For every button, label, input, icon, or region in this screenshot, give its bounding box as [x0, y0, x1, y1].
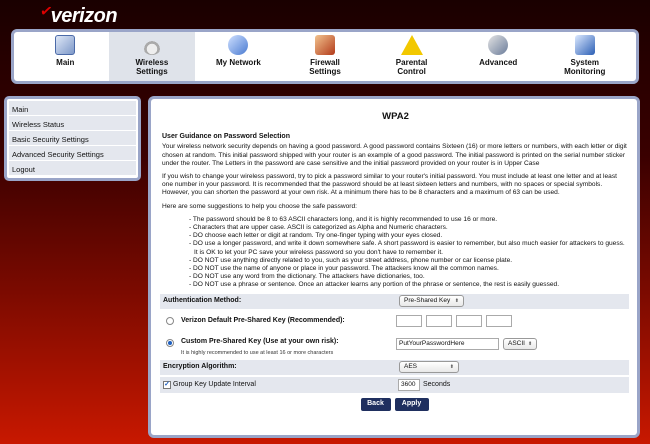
apply-button[interactable]: Apply: [394, 397, 429, 411]
encryption-label: Encryption Algorithm:: [163, 363, 237, 371]
default-key-field[interactable]: [486, 315, 512, 328]
group-key-row: ✓ Group Key Update Interval 3600 Seconds: [160, 376, 629, 395]
auth-method-row: Authentication Method: Pre-Shared Key ⬍: [160, 293, 629, 311]
custom-key-input[interactable]: PutYourPasswordHere: [396, 337, 499, 350]
sidebar-item-main[interactable]: Main: [9, 101, 136, 116]
advanced-icon: [488, 35, 509, 55]
guidance-paragraph: If you wish to change your wireless pass…: [162, 173, 617, 197]
key-format-select[interactable]: ASCII ⬍: [503, 337, 537, 350]
guidance-title: User Guidance on Password Selection: [162, 133, 290, 141]
nav-label: System Monitoring: [564, 58, 606, 76]
tip-item: - DO NOT use any word from the dictionar…: [189, 273, 425, 281]
nav-system-monitoring[interactable]: System Monitoring: [541, 32, 628, 81]
auth-method-select[interactable]: Pre-Shared Key ⬍: [399, 295, 464, 308]
nav-label: Firewall Settings: [309, 58, 341, 76]
auth-method-label: Authentication Method:: [163, 297, 242, 305]
sidebar-item-advanced-security[interactable]: Advanced Security Settings: [9, 146, 136, 161]
custom-key-text: Custom Pre-Shared Key (Use at your own r…: [181, 338, 396, 357]
password-tips-list: - The password should be 8 to 63 ASCII c…: [162, 216, 629, 290]
default-key-row: Verizon Default Pre-Shared Key (Recommen…: [160, 310, 629, 334]
key-format-value: ASCII: [508, 339, 525, 347]
guidance-paragraph: Your wireless network security depends o…: [162, 143, 627, 167]
tip-item: - Characters that are upper case. ASCII …: [189, 224, 448, 232]
tip-item: - DO NOT use the name of anyone or place…: [189, 265, 499, 273]
nav-parental-control[interactable]: Parental Control: [368, 32, 455, 81]
sidebar: Main Wireless Status Basic Security Sett…: [4, 96, 141, 181]
chevron-updown-icon: ⬍: [449, 364, 454, 371]
nav-wireless-settings[interactable]: Wireless Settings: [108, 32, 196, 81]
form-buttons: Back Apply: [160, 397, 629, 411]
wireless-icon: [141, 35, 162, 55]
tip-item: - DO use a longer password, and write it…: [189, 240, 625, 256]
nav-advanced[interactable]: Advanced: [455, 32, 542, 81]
group-key-input[interactable]: 3600: [398, 378, 420, 391]
tip-item: - DO NOT use anything directly related t…: [189, 256, 513, 264]
page-title: WPA2: [382, 111, 409, 122]
security-form: Authentication Method: Pre-Shared Key ⬍ …: [160, 293, 629, 411]
default-key-field[interactable]: [396, 315, 422, 328]
encryption-select[interactable]: AES ⬍: [399, 361, 459, 374]
system-icon: [574, 35, 595, 55]
parental-icon: [400, 35, 423, 55]
default-key-radio[interactable]: [166, 317, 174, 326]
sidebar-item-wireless-status[interactable]: Wireless Status: [9, 116, 136, 131]
network-icon: [228, 35, 249, 55]
group-key-label: Group Key Update Interval: [173, 380, 256, 388]
custom-key-radio[interactable]: [166, 338, 174, 347]
nav-my-network[interactable]: My Network: [195, 32, 282, 81]
nav-label: Main: [56, 58, 75, 67]
verizon-logo: ✓ verizon: [39, 2, 118, 28]
back-button[interactable]: Back: [360, 397, 391, 411]
nav-label: Parental Control: [395, 58, 428, 76]
main-panel: WPA2 User Guidance on Password Selection…: [148, 96, 640, 438]
group-key-checkbox[interactable]: ✓: [163, 380, 171, 389]
brand-name: verizon: [50, 4, 118, 27]
nav-label: My Network: [215, 58, 261, 67]
auth-method-value: Pre-Shared Key: [404, 297, 451, 305]
default-key-field[interactable]: [426, 315, 452, 328]
encryption-row: Encryption Algorithm: AES ⬍: [160, 359, 629, 377]
nav-label: Advanced: [479, 58, 518, 67]
group-key-unit: Seconds: [423, 380, 451, 388]
nav-main[interactable]: Main: [22, 32, 109, 81]
sidebar-item-logout[interactable]: Logout: [9, 161, 136, 176]
custom-key-row: Custom Pre-Shared Key (Use at your own r…: [160, 333, 629, 360]
chevron-updown-icon: ⬍: [527, 340, 533, 347]
sidebar-item-basic-security[interactable]: Basic Security Settings: [9, 131, 136, 146]
tip-item: - DO NOT use a phrase or sentence. Once …: [189, 281, 560, 289]
nav-label: Wireless Settings: [135, 58, 169, 76]
guidance-paragraph: Here are some suggestions to help you ch…: [162, 202, 357, 210]
main-icon: [55, 35, 76, 55]
tip-item: - DO choose each letter or digit at rand…: [189, 232, 443, 240]
chevron-updown-icon: ⬍: [454, 298, 459, 305]
custom-key-label: Custom Pre-Shared Key (Use at your own r…: [181, 337, 339, 345]
top-navigation: Main Wireless Settings My Network Firewa…: [11, 29, 639, 84]
default-key-label: Verizon Default Pre-Shared Key (Recommen…: [181, 317, 345, 325]
firewall-icon: [315, 35, 336, 55]
tip-item: - The password should be 8 to 63 ASCII c…: [189, 215, 498, 223]
custom-key-note: It is highly recommended to use at least…: [181, 349, 334, 356]
default-key-field[interactable]: [456, 315, 482, 328]
nav-firewall-settings[interactable]: Firewall Settings: [282, 32, 369, 81]
encryption-value: AES: [404, 363, 418, 371]
